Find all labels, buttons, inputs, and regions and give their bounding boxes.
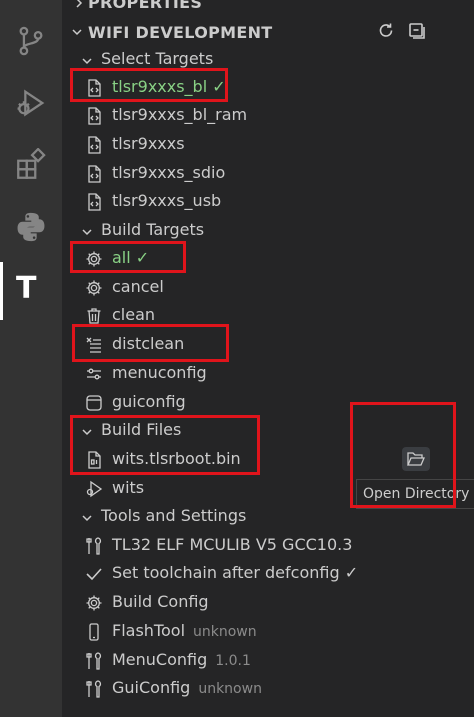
build-target-label: cancel [112,277,164,296]
annotation-box [350,402,456,508]
target-label: tlsr9xxxs [112,134,185,153]
tool-detail: 1.0.1 [215,653,251,669]
chevron-down-icon [80,224,94,238]
section-properties[interactable]: PROPERTIES [62,0,474,16]
annotation-box [70,241,186,273]
chevron-right-icon [72,0,86,9]
activity-bar: T [0,0,62,717]
build-target-label: guiconfig [112,392,186,411]
tool-item[interactable]: MenuConfig 1.0.1 [62,647,474,675]
target-item[interactable]: tlsr9xxxs_usb [62,188,474,216]
target-label: tlsr9xxxs_bl_ram [112,105,248,124]
tool-item[interactable]: TL32 ELF MCULIB V5 GCC10.3 [62,532,474,560]
target-label: tlsr9xxxs_usb [112,191,222,210]
build-target-item[interactable]: menuconfig [62,360,474,388]
target-item[interactable]: tlsr9xxxs_bl_ram [62,102,474,130]
tool-item[interactable]: FlashTool unknown [62,618,474,646]
trash-icon [84,306,104,326]
window-icon [84,393,104,413]
debug-file-icon [84,479,104,499]
tool-label: FlashTool [112,621,186,640]
tool-label: GuiConfig [112,678,191,697]
group-label: Tools and Settings [101,506,247,525]
tool-item[interactable]: Build Config [62,589,474,617]
tool-detail: unknown [198,681,262,697]
tool-label: MenuConfig [112,650,208,669]
gear-icon [84,278,104,298]
file-code-icon [84,106,104,126]
tool-item[interactable]: GuiConfig unknown [62,675,474,703]
group-label: Select Targets [101,49,214,68]
target-item[interactable]: tlsr9xxxs_sdio [62,160,474,188]
target-label: tlsr9xxxs_sdio [112,163,226,182]
build-target-item[interactable]: cancel [62,274,474,302]
collapse-all-icon[interactable] [407,21,427,41]
tool-detail: unknown [193,624,257,640]
file-code-icon [84,135,104,155]
section-wifi-development[interactable]: WIFI DEVELOPMENT [62,17,474,45]
build-target-label: menuconfig [112,363,207,382]
file-code-icon [84,164,104,184]
chevron-down-icon [80,53,94,67]
run-debug-icon[interactable] [14,86,48,120]
tools-icon [84,679,104,699]
build-file-label: wits [112,478,145,497]
build-target-label: clean [112,305,156,324]
tools-icon [84,651,104,671]
file-code-icon [84,192,104,212]
gear-icon [84,593,104,613]
group-label: Build Targets [101,220,205,239]
check-icon [84,564,104,584]
settings-sliders-icon [84,364,104,384]
section-title: PROPERTIES [88,0,203,12]
annotation-box [70,415,260,475]
tool-item[interactable]: Set toolchain after defconfig ✓ [62,560,474,588]
python-icon[interactable] [14,210,48,244]
tools-icon [84,536,104,556]
device-mobile-icon [84,622,104,642]
extensions-icon[interactable] [14,147,48,182]
chevron-down-icon [70,24,84,38]
section-title: WIFI DEVELOPMENT [88,23,273,42]
tool-label: TL32 ELF MCULIB V5 GCC10.3 [112,535,353,554]
source-control-icon[interactable] [14,24,48,58]
active-indicator [0,262,3,320]
refresh-icon[interactable] [376,21,396,41]
tlsr-icon[interactable]: T [16,272,36,306]
target-item[interactable]: tlsr9xxxs [62,131,474,159]
tool-label: Build Config [112,592,209,611]
annotation-box [72,324,229,362]
chevron-down-icon [80,510,94,524]
annotation-box [70,68,228,102]
tool-label: Set toolchain after defconfig ✓ [112,563,359,582]
